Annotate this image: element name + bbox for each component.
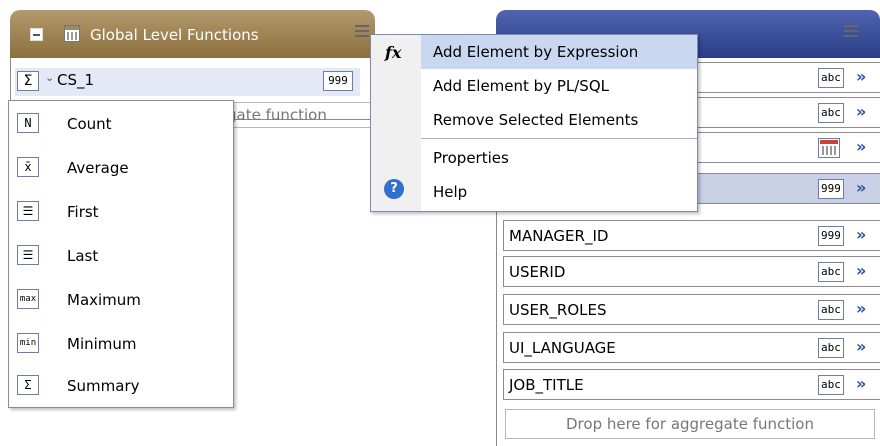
calendar-icon xyxy=(64,25,80,42)
collapse-icon[interactable] xyxy=(30,28,43,41)
text-type-icon: abc xyxy=(818,68,844,88)
menu-item-average[interactable]: x̄ Average xyxy=(9,147,233,191)
menu-item-label: Remove Selected Elements xyxy=(433,111,639,129)
table-row[interactable]: USERID abc » xyxy=(503,256,880,287)
text-type-icon: abc xyxy=(818,338,844,358)
double-chevron-icon[interactable]: » xyxy=(856,337,866,356)
double-chevron-icon[interactable]: » xyxy=(856,67,866,86)
aggregate-drop-zone[interactable]: Drop here for aggregate function xyxy=(505,409,875,439)
row-label: MANAGER_ID xyxy=(509,227,609,245)
chevron-down-icon[interactable]: ⌄ xyxy=(45,71,54,84)
context-menu: fx ? Add Element by Expression Add Eleme… xyxy=(370,34,698,212)
menu-item-add-by-plsql[interactable]: Add Element by PL/SQL xyxy=(421,69,697,103)
menu-item-label: Add Element by PL/SQL xyxy=(433,77,609,95)
double-chevron-icon[interactable]: » xyxy=(856,374,866,393)
menu-item-minimum[interactable]: min Minimum xyxy=(9,323,233,367)
count-icon: N xyxy=(17,113,39,133)
column-name: CS_1 xyxy=(57,71,95,89)
column-row[interactable]: Σ ⌄ CS_1 999 xyxy=(15,68,360,96)
last-icon: ☰ xyxy=(17,245,39,265)
menu-item-properties[interactable]: Properties xyxy=(421,141,697,175)
text-type-icon: abc xyxy=(818,300,844,320)
table-row[interactable]: MANAGER_ID 999 » xyxy=(503,220,880,251)
menu-item-maximum[interactable]: max Maximum xyxy=(9,279,233,323)
table-row[interactable]: USER_ROLES abc » xyxy=(503,294,880,325)
menu-item-help[interactable]: Help xyxy=(421,175,697,209)
double-chevron-icon[interactable]: » xyxy=(856,261,866,280)
double-chevron-icon[interactable]: » xyxy=(856,102,866,121)
text-type-icon: abc xyxy=(818,375,844,395)
menu-item-label: Summary xyxy=(67,377,140,395)
menu-item-summary[interactable]: Σ Summary xyxy=(9,365,233,409)
menu-item-label: Help xyxy=(433,183,468,201)
help-icon: ? xyxy=(384,179,404,199)
double-chevron-icon[interactable]: » xyxy=(856,178,866,197)
menu-item-first[interactable]: ☰ First xyxy=(9,191,233,235)
panel-title: Global Level Functions xyxy=(90,26,259,44)
first-icon: ☰ xyxy=(17,201,39,221)
menu-item-label: Average xyxy=(67,159,129,177)
row-label: USERID xyxy=(509,263,566,281)
number-type-icon: 999 xyxy=(818,179,844,199)
text-type-icon: abc xyxy=(818,103,844,123)
date-type-icon xyxy=(818,138,840,158)
table-row[interactable]: UI_LANGUAGE abc » xyxy=(503,332,880,363)
menu-item-count[interactable]: N Count xyxy=(9,103,233,147)
menu-icon-gutter: fx ? xyxy=(371,35,421,211)
double-chevron-icon[interactable]: » xyxy=(856,225,866,244)
menu-separator xyxy=(421,138,697,139)
number-type-icon: 999 xyxy=(323,71,353,91)
row-label: USER_ROLES xyxy=(509,301,607,319)
menu-item-label: First xyxy=(67,203,99,221)
sigma-icon[interactable]: Σ xyxy=(17,71,39,91)
menu-item-label: Properties xyxy=(433,149,509,167)
summary-icon: Σ xyxy=(17,375,39,395)
table-row[interactable]: JOB_TITLE abc » xyxy=(503,369,880,400)
fx-icon: fx xyxy=(385,43,402,62)
menu-item-label: Add Element by Expression xyxy=(433,43,639,61)
minimum-icon: min xyxy=(17,333,39,353)
menu-item-add-by-expression[interactable]: Add Element by Expression xyxy=(421,35,697,69)
panel-header: Global Level Functions xyxy=(10,10,375,58)
number-type-icon: 999 xyxy=(818,226,844,246)
aggregate-function-menu: N Count x̄ Average ☰ First ☰ Last max Ma… xyxy=(8,100,234,408)
menu-item-last[interactable]: ☰ Last xyxy=(9,235,233,279)
row-label: UI_LANGUAGE xyxy=(509,339,616,357)
menu-item-label: Count xyxy=(67,115,112,133)
menu-item-label: Last xyxy=(67,247,99,265)
maximum-icon: max xyxy=(17,289,39,309)
double-chevron-icon[interactable]: » xyxy=(856,299,866,318)
menu-item-remove-selected[interactable]: Remove Selected Elements xyxy=(421,103,697,137)
list-menu-icon[interactable] xyxy=(844,24,862,42)
double-chevron-icon[interactable]: » xyxy=(856,137,866,156)
row-label: JOB_TITLE xyxy=(509,376,584,394)
menu-item-label: Minimum xyxy=(67,335,137,353)
text-type-icon: abc xyxy=(818,262,844,282)
menu-item-label: Maximum xyxy=(67,291,141,309)
average-icon: x̄ xyxy=(17,157,39,177)
aggregate-drop-zone[interactable]: gate function xyxy=(216,102,376,128)
